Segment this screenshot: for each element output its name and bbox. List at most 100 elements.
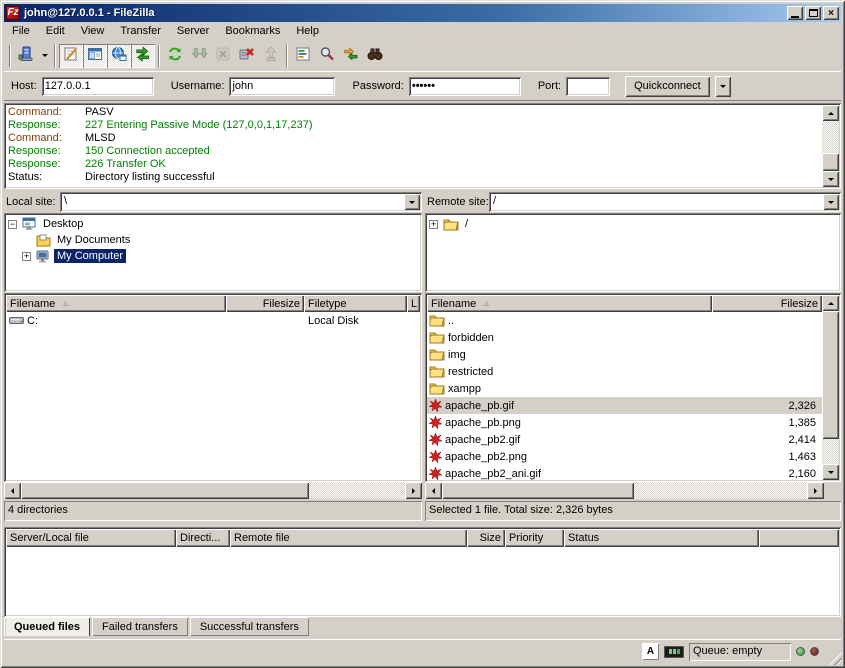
local-list-hscrollbar[interactable]: [4, 482, 422, 499]
menu-file[interactable]: File: [4, 22, 38, 41]
scrollbar-thumb[interactable]: [822, 311, 839, 439]
tree-item-my-documents[interactable]: My Documents: [8, 232, 133, 248]
remote-tree: + /: [425, 213, 841, 292]
column-header-last-modified[interactable]: L: [407, 295, 420, 312]
scrollbar-thumb[interactable]: [21, 482, 309, 499]
remote-site-label: Remote site:: [425, 196, 489, 208]
directory-listing-filters-button[interactable]: [291, 44, 315, 68]
remote-file-row[interactable]: forbidden: [427, 329, 822, 346]
column-header-remote-file[interactable]: Remote file: [230, 529, 467, 547]
site-manager-button[interactable]: [14, 44, 38, 68]
expand-icon[interactable]: +: [429, 220, 438, 229]
remote-file-row[interactable]: apache_pb.png 1,385: [427, 414, 822, 431]
find-files-button[interactable]: [363, 44, 387, 68]
speed-limit-icon[interactable]: [664, 646, 684, 658]
tree-item-desktop[interactable]: − Desktop: [8, 216, 86, 232]
remote-file-row[interactable]: ..: [427, 312, 822, 329]
folder-icon: [429, 365, 445, 378]
expand-icon[interactable]: +: [22, 252, 31, 261]
column-header-priority[interactable]: Priority: [505, 529, 564, 547]
scrollbar-thumb[interactable]: [442, 482, 634, 499]
column-header-size[interactable]: Size: [467, 529, 505, 547]
menu-view[interactable]: View: [73, 22, 113, 41]
log-scrollbar[interactable]: [822, 105, 839, 187]
scroll-right-button[interactable]: [405, 482, 422, 499]
remote-file-row[interactable]: apache_pb2.png 1,463: [427, 448, 822, 465]
toggle-transfer-queue-button[interactable]: [131, 44, 155, 68]
log-line: Response:227 Entering Passive Mode (127,…: [8, 119, 822, 132]
password-input[interactable]: [409, 77, 521, 96]
remote-list-hscrollbar[interactable]: [425, 482, 824, 499]
menu-help[interactable]: Help: [288, 22, 327, 41]
toggle-local-tree-button[interactable]: [83, 44, 107, 68]
remote-file-row[interactable]: apache_pb2_ani.gif 2,160: [427, 465, 822, 480]
close-button[interactable]: ×: [823, 6, 839, 20]
column-header-filesize[interactable]: Filesize: [226, 295, 304, 312]
scroll-down-button[interactable]: [822, 171, 839, 187]
menu-transfer[interactable]: Transfer: [112, 22, 169, 41]
log-line: Response:150 Connection accepted: [8, 145, 822, 158]
tab-failed-transfers[interactable]: Failed transfers: [92, 617, 188, 636]
scroll-left-button[interactable]: [4, 482, 21, 499]
refresh-button[interactable]: [163, 44, 187, 68]
username-input[interactable]: [229, 77, 335, 96]
remote-file-row-selected[interactable]: apache_pb.gif 2,326: [427, 397, 822, 414]
my-documents-icon: [36, 234, 51, 247]
collapse-icon[interactable]: −: [8, 220, 17, 229]
disconnect-button[interactable]: [235, 44, 259, 68]
synchronized-browsing-icon: [343, 46, 359, 65]
scroll-up-button[interactable]: [822, 295, 839, 311]
arrow-up-icon: [828, 109, 834, 115]
remote-tree-icon: [111, 46, 127, 65]
port-input[interactable]: [566, 77, 610, 96]
remote-site-combo[interactable]: /: [489, 192, 841, 212]
tab-queued-files[interactable]: Queued files: [4, 617, 90, 636]
datatype-ascii-icon[interactable]: A: [642, 643, 659, 660]
host-input[interactable]: [42, 77, 154, 96]
scrollbar-thumb[interactable]: [822, 153, 839, 171]
remote-file-row[interactable]: img: [427, 346, 822, 363]
local-site-combo[interactable]: \: [60, 192, 422, 212]
minimize-button[interactable]: [787, 6, 803, 20]
column-header-status[interactable]: Status: [564, 529, 759, 547]
local-file-row[interactable]: C: Local Disk: [6, 312, 420, 329]
tab-successful-transfers[interactable]: Successful transfers: [190, 617, 309, 636]
process-queue-button[interactable]: [187, 44, 211, 68]
quickconnect-dropdown[interactable]: [715, 76, 731, 97]
directory-comparison-button[interactable]: [315, 44, 339, 68]
remote-file-row[interactable]: apache_pb2.gif 2,414: [427, 431, 822, 448]
remote-file-row[interactable]: xampp: [427, 380, 822, 397]
arrow-down-icon: [828, 471, 834, 477]
remote-list-scrollbar[interactable]: [822, 295, 839, 480]
column-header-filetype[interactable]: Filetype: [304, 295, 407, 312]
scroll-down-button[interactable]: [822, 464, 839, 480]
combo-dropdown-button[interactable]: [404, 194, 420, 210]
transfer-queue-icon: [135, 46, 151, 65]
synchronized-browsing-button[interactable]: [339, 44, 363, 68]
menu-server[interactable]: Server: [169, 22, 217, 41]
scroll-right-button[interactable]: [807, 482, 824, 499]
quickconnect-button[interactable]: Quickconnect: [625, 76, 710, 97]
toggle-remote-tree-button[interactable]: [107, 44, 131, 68]
column-header-filesize[interactable]: Filesize: [712, 295, 822, 312]
tree-item-root[interactable]: + /: [429, 216, 471, 232]
scroll-left-button[interactable]: [425, 482, 442, 499]
scroll-up-button[interactable]: [822, 105, 839, 121]
combo-dropdown-button[interactable]: [823, 194, 839, 210]
menu-bookmarks[interactable]: Bookmarks: [217, 22, 288, 41]
cancel-button[interactable]: [211, 44, 235, 68]
toggle-message-log-button[interactable]: [59, 44, 83, 68]
menu-edit[interactable]: Edit: [38, 22, 73, 41]
minimize-icon: [791, 16, 799, 18]
file-name: apache_pb2.png: [445, 451, 527, 463]
maximize-button[interactable]: [805, 6, 821, 20]
column-header-filename[interactable]: Filename▵: [427, 295, 712, 312]
reconnect-button[interactable]: [259, 44, 283, 68]
column-header-filename[interactable]: Filename▵: [6, 295, 226, 312]
tree-item-my-computer[interactable]: + My Computer: [22, 248, 126, 264]
tree-item-label: Desktop: [40, 217, 86, 231]
column-header-server-local-file[interactable]: Server/Local file: [6, 529, 176, 547]
site-manager-dropdown[interactable]: [38, 44, 51, 68]
remote-file-row[interactable]: restricted: [427, 363, 822, 380]
column-header-direction[interactable]: Directi...: [176, 529, 230, 547]
